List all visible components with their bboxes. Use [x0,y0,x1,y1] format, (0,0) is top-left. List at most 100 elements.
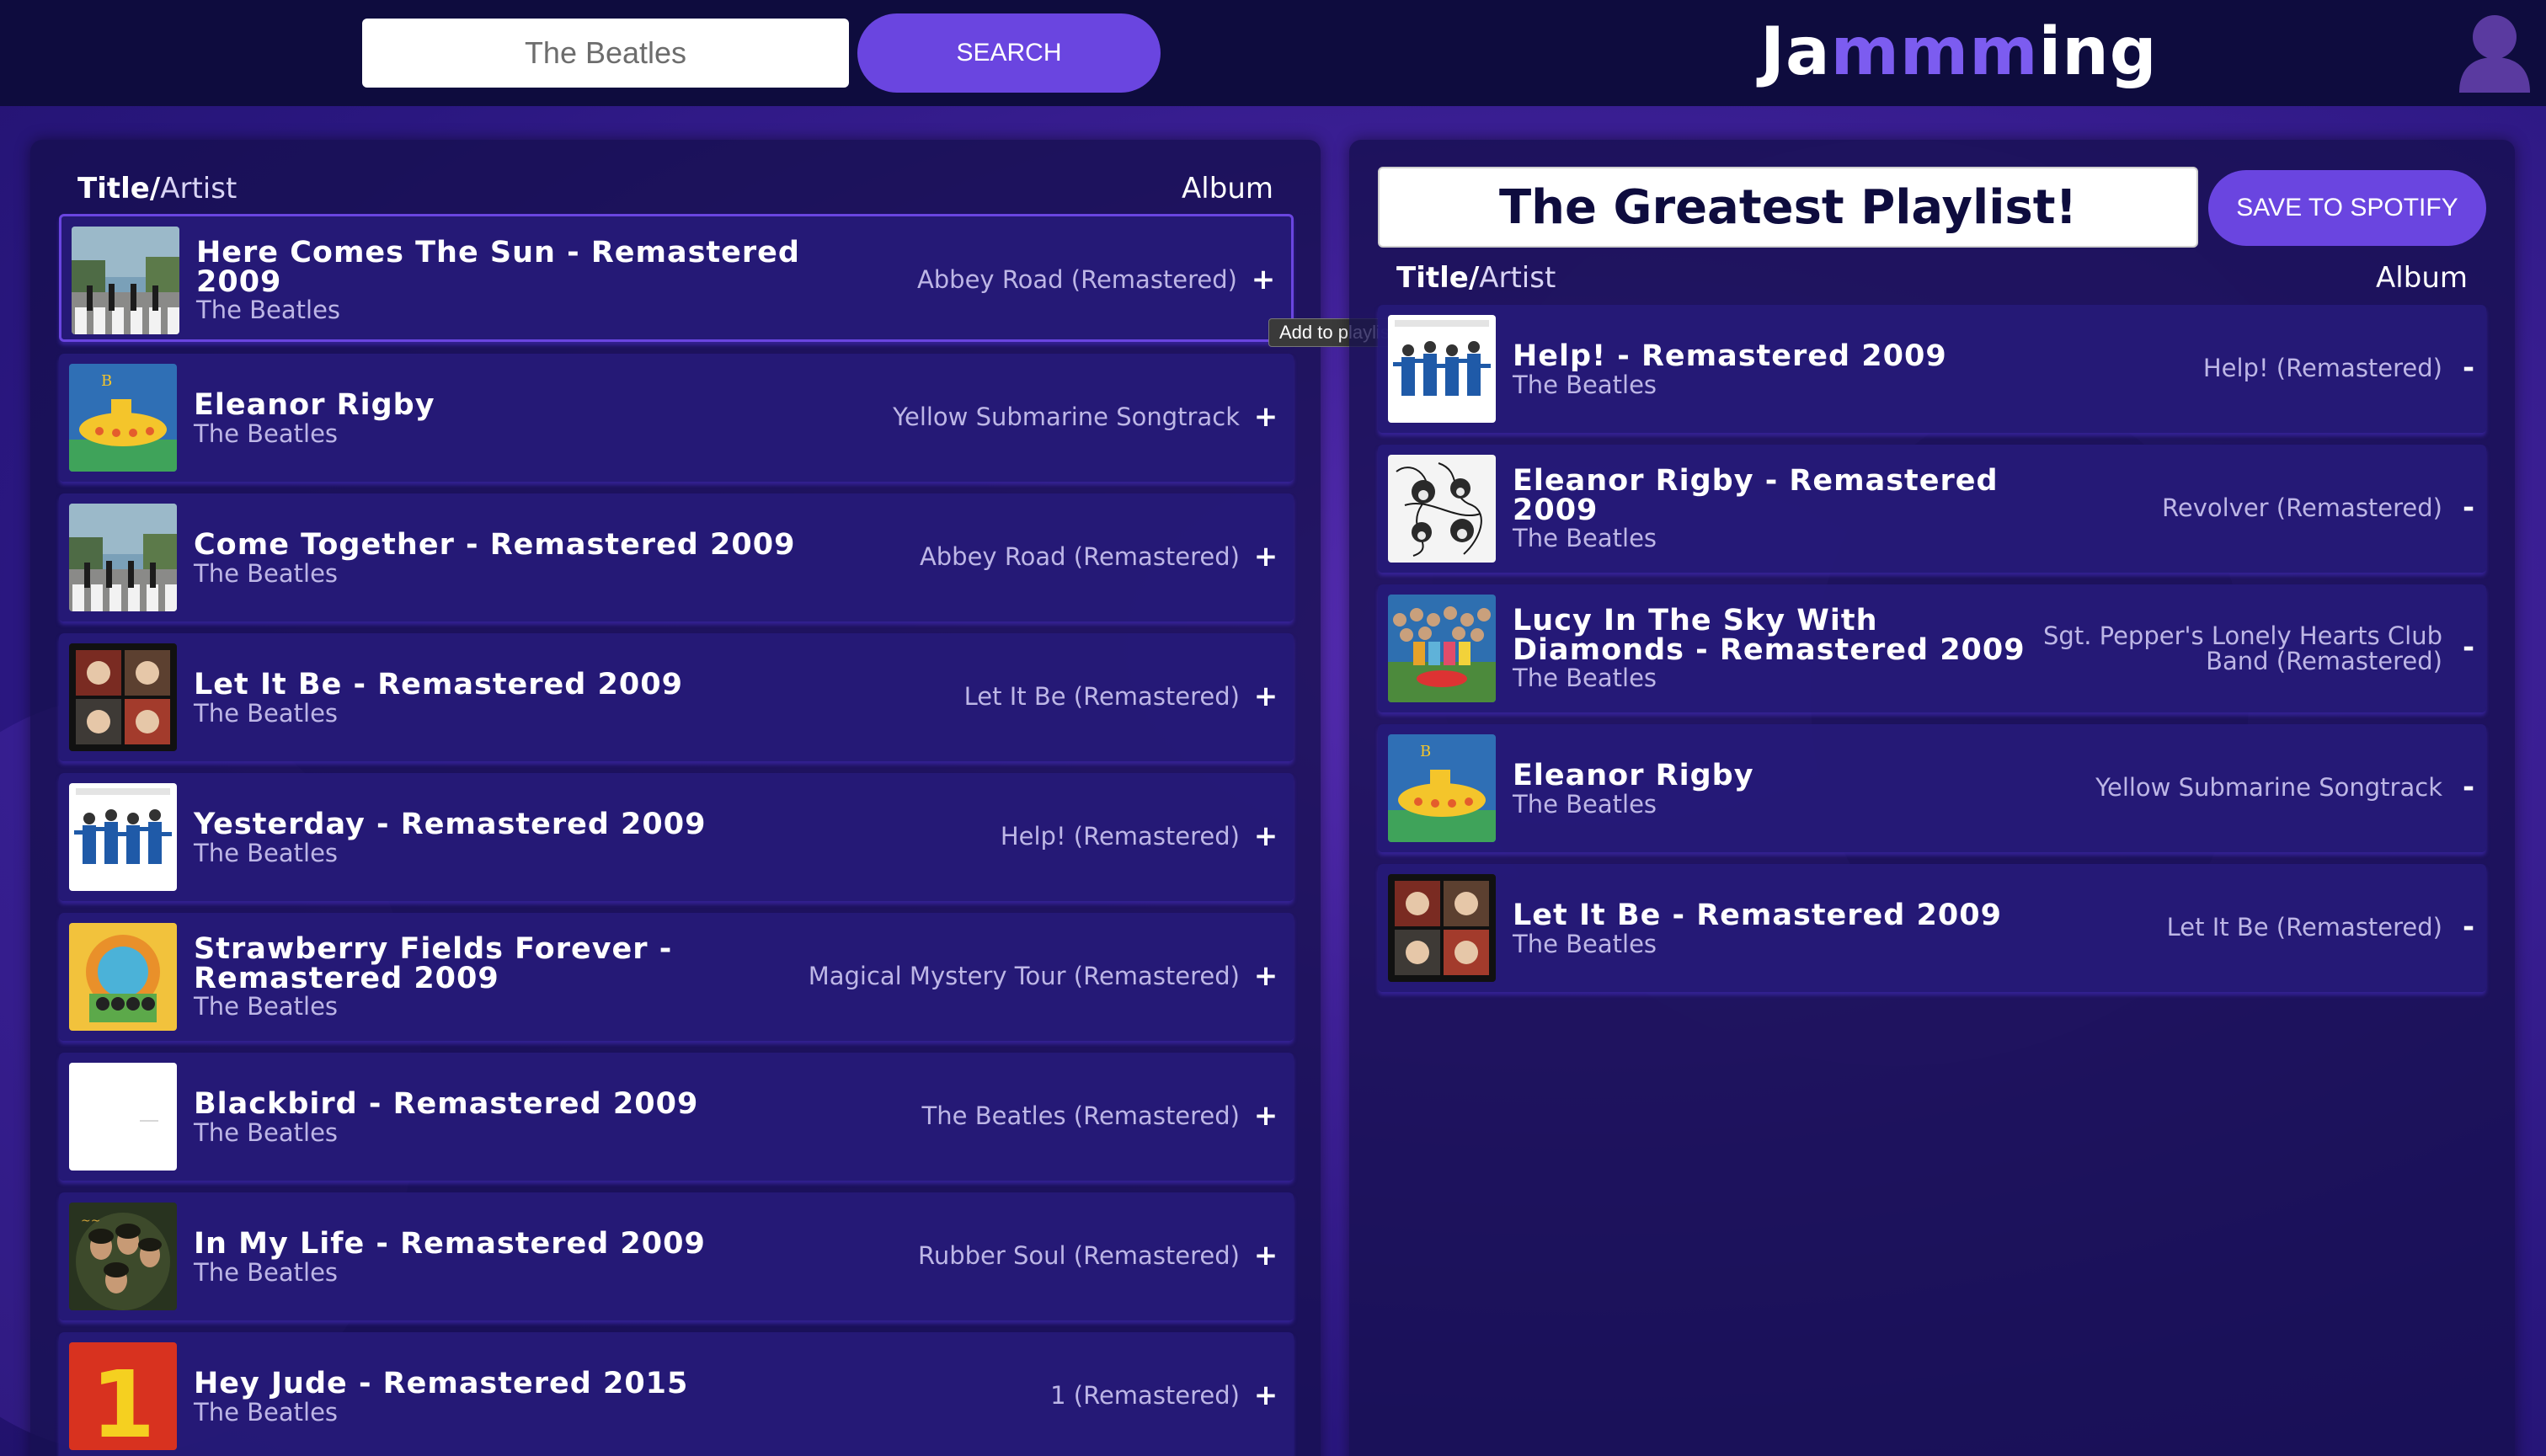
track-artist: The Beatles [194,419,339,448]
playlist-artist-header: Artist [1479,261,1556,295]
track-title-line-1: Eleanor Rigby [1513,759,1754,792]
add-track-button[interactable]: + [1253,542,1278,571]
logo-part-2: mmm [1830,14,2039,90]
playlist-album-header: Album [2376,261,2468,295]
track-album: Magical Mystery Tour (Remastered) [808,962,1240,990]
album-cover-image [69,783,177,891]
track-album: 1 (Remastered) [1050,1381,1240,1410]
album-cover-image [69,923,177,1031]
results-track-row: Blackbird - Remastered 2009 The Beatles Th… [59,1053,1294,1181]
results-title-artist-header: Title/Artist [77,172,237,205]
track-title-line-1: Help! - Remastered 2009 [1513,339,1947,373]
add-track-button[interactable]: + [1251,265,1276,294]
results-track-row: 1 Hey Jude - Remastered 2015 The Beatles 1 … [59,1332,1294,1456]
track-title-line-1: Here Comes The Sun - Remastered [196,236,800,269]
remove-track-button[interactable]: - [2456,633,2481,662]
app-header: SEARCH Jammming [0,0,2546,106]
logo-part-1: Ja [1760,14,1831,90]
search-input[interactable] [362,19,849,88]
track-album-line-1: Yellow Submarine Songtrack [2095,773,2442,802]
album-cover-image [1388,595,1496,702]
playlist-track-row: Lucy In The Sky With Diamonds - Remastere… [1378,584,2486,712]
track-album-line-1: Help! (Remastered) [2202,354,2442,382]
album-cover-image: ~~ [69,1203,177,1310]
add-track-button[interactable]: + [1253,682,1278,711]
results-track-row: Come Together - Remastered 2009 The Beatl… [59,493,1294,621]
remove-track-button[interactable]: - [2456,913,2481,941]
playlist-track-row: Let It Be - Remastered 2009 The Beatles Le… [1378,864,2486,992]
playlist-track-row: Help! - Remastered 2009 The Beatles Help! … [1378,305,2486,433]
results-artist-header: Artist [160,172,238,205]
track-artist: The Beatles [194,1398,339,1427]
track-artist: The Beatles [1513,524,1657,552]
results-track-row: Strawberry Fields Forever - Remastered 20… [59,913,1294,1041]
add-track-button[interactable]: + [1253,822,1278,851]
track-album: Let It Be (Remastered) [963,682,1240,711]
results-album-header: Album [1182,172,1273,205]
track-title-line-2: Diamonds - Remastered 2009 [1513,633,2026,667]
add-track-button[interactable]: + [1253,1241,1278,1270]
album-cover-image [1388,315,1496,423]
playlist-name-input[interactable] [1378,167,2198,248]
remove-track-button[interactable]: - [2456,493,2481,522]
track-title-line-1: Eleanor Rigby - Remastered [1513,464,1999,498]
track-artist: The Beatles [194,1118,339,1147]
add-track-button[interactable]: + [1253,1381,1278,1410]
track-album-line-2: Band (Remastered) [2206,647,2442,675]
add-track-button[interactable]: + [1253,403,1278,431]
svg-text:B: B [101,372,112,390]
search-button[interactable]: SEARCH [857,13,1161,93]
album-cover-image: 1 [69,1342,177,1450]
album-cover-image [72,227,179,334]
track-artist: The Beatles [194,699,339,728]
track-artist: The Beatles [194,559,339,588]
track-album: Abbey Road (Remastered) [919,542,1240,571]
playlist-track-row: Eleanor Rigby - Remastered 2009 The Beatle… [1378,445,2486,573]
add-track-button[interactable]: + [1253,962,1278,990]
track-title-line-1: Strawberry Fields Forever - [194,932,673,966]
track-album: The Beatles (Remastered) [921,1101,1240,1130]
save-to-spotify-button[interactable]: SAVE TO SPOTIFY [2208,170,2486,246]
playlist-title-header: Title/ [1396,261,1480,295]
album-cover-image [1388,455,1496,563]
results-track-row: ~~ In My Life - Remastered 2009 The Beatle… [59,1192,1294,1320]
track-title-line-2: Remastered 2009 [194,962,499,995]
results-title-header: Title/ [77,172,161,205]
playlist-track-row: B Eleanor Rigby The Beatles Yellow Submarin… [1378,724,2486,852]
track-album: Yellow Submarine Songtrack [893,403,1240,431]
results-track-row: B Eleanor Rigby The Beatles Yellow Submarin… [59,354,1294,482]
track-album: Help! (Remastered) [1000,822,1240,851]
track-album: Abbey Road (Remastered) [916,265,1237,294]
album-cover-image [69,504,177,611]
track-title-line-1: Yesterday - Remastered 2009 [194,808,707,841]
track-artist: The Beatles [196,296,341,324]
album-cover-image [1388,874,1496,982]
logo-part-3: ing [2038,14,2158,90]
add-track-button[interactable]: + [1253,1101,1278,1130]
user-avatar-icon[interactable] [2453,8,2537,93]
remove-track-button[interactable]: - [2456,773,2481,802]
svg-text:B: B [1420,743,1431,760]
svg-text:1: 1 [91,1351,156,1450]
track-album-line-1: Let It Be (Remastered) [2166,913,2442,941]
remove-track-button[interactable]: - [2456,354,2481,382]
search-results-panel: Title/Artist Album Here Comes The Sun - … [30,140,1321,1456]
track-album-line-1: Sgt. Pepper's Lonely Hearts Club [2043,621,2442,650]
track-album-line-1: Revolver (Remastered) [2162,493,2442,522]
track-artist: The Beatles [194,992,339,1021]
album-cover-image [69,643,177,751]
track-title-line-1: Let It Be - Remastered 2009 [194,668,683,701]
track-album: Rubber Soul (Remastered) [917,1241,1240,1270]
track-artist: The Beatles [1513,790,1657,819]
track-artist: The Beatles [194,1258,339,1287]
results-track-row: Here Comes The Sun - Remastered 2009 The B… [59,214,1294,342]
track-title-line-1: Lucy In The Sky With [1513,604,1878,637]
album-cover-image [69,1063,177,1171]
track-title-line-1: Blackbird - Remastered 2009 [194,1087,699,1121]
track-title-line-2: 2009 [1513,493,1599,527]
track-artist: The Beatles [194,839,339,867]
track-artist: The Beatles [1513,930,1657,958]
results-track-row: Yesterday - Remastered 2009 The Beatles He… [59,773,1294,901]
track-title-line-1: In My Life - Remastered 2009 [194,1227,706,1261]
album-cover-image: B [1388,734,1496,842]
